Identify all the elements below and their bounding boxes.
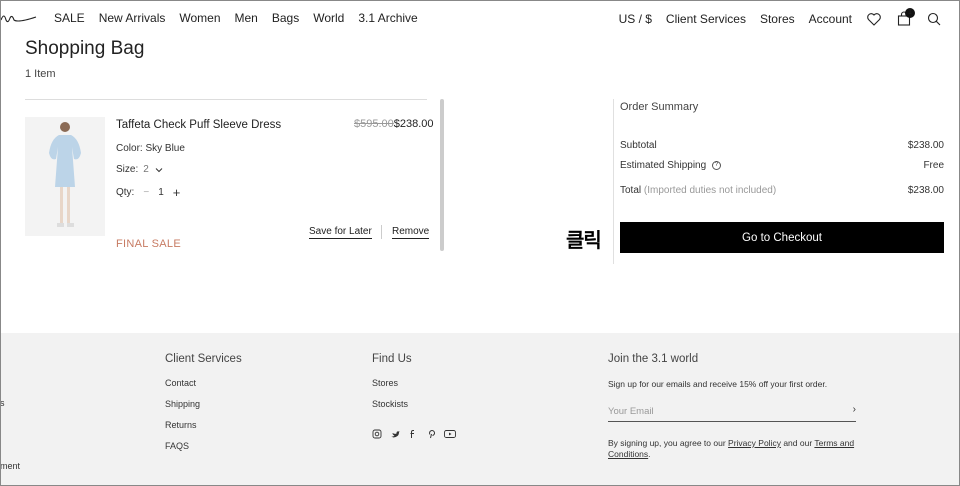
nav-client-services[interactable]: Client Services: [666, 12, 746, 26]
size-value: 2: [143, 164, 149, 175]
total-value: $238.00: [907, 185, 944, 196]
footer-cut-text[interactable]: s: [0, 398, 5, 408]
original-price: $595.00: [354, 118, 394, 130]
bag-count-badge: 1: [905, 8, 915, 18]
total-note: (Imported duties not included): [643, 185, 777, 196]
facebook-icon[interactable]: [408, 429, 418, 439]
newsletter-text: Sign up for our emails and receive 15% o…: [608, 379, 828, 389]
page-title: Shopping Bag: [25, 38, 145, 59]
footer-shipping-link[interactable]: Shipping: [165, 399, 200, 409]
save-for-later-link[interactable]: Save for Later: [309, 226, 372, 239]
divider: [613, 99, 614, 264]
product-image[interactable]: [25, 117, 105, 236]
youtube-icon[interactable]: [444, 429, 456, 439]
nav-archive[interactable]: 3.1 Archive: [358, 11, 417, 25]
product-name[interactable]: Taffeta Check Puff Sleeve Dress: [116, 119, 281, 131]
footer-stockists-link[interactable]: Stockists: [372, 399, 408, 409]
search-icon[interactable]: [926, 11, 942, 27]
subtotal-label: Subtotal: [620, 140, 657, 151]
utility-nav: US / $ Client Services Stores Account 1: [619, 8, 942, 27]
subtotal-row: Subtotal $238.00: [620, 140, 944, 151]
qty-label: Qty:: [116, 187, 135, 198]
bag-scrollbar[interactable]: [440, 99, 444, 251]
newsletter-title: Join the 3.1 world: [608, 353, 699, 365]
qty-value: 1: [158, 187, 164, 198]
nav-women[interactable]: Women: [179, 11, 220, 25]
click-annotation: 클릭: [566, 228, 602, 252]
nav-bags[interactable]: Bags: [272, 11, 299, 25]
quantity-stepper: Qty: − 1 +: [116, 185, 180, 200]
legal-text: By signing up, you agree to our Privacy …: [608, 438, 858, 460]
shipping-label: Estimated Shipping: [620, 160, 707, 171]
info-icon[interactable]: ?: [711, 160, 721, 170]
nav-account[interactable]: Account: [809, 12, 852, 26]
submit-arrow-icon[interactable]: ›: [853, 404, 856, 415]
shipping-value: Free: [923, 160, 944, 171]
email-input[interactable]: [608, 403, 838, 417]
checkout-button[interactable]: Go to Checkout: [620, 222, 944, 253]
dress-illustration: [25, 117, 105, 236]
qty-increment-button[interactable]: +: [173, 185, 181, 200]
legal-text-part: .: [648, 449, 651, 459]
social-links: [372, 429, 456, 439]
size-label: Size:: [116, 164, 139, 175]
pinterest-icon[interactable]: [426, 429, 436, 439]
product-price: $595.00$238.00: [354, 118, 434, 130]
footer-stores-link[interactable]: Stores: [372, 378, 398, 388]
item-count: 1 Item: [25, 68, 56, 80]
sale-price: $238.00: [393, 118, 434, 130]
brand-logo[interactable]: [0, 8, 38, 28]
footer-contact-link[interactable]: Contact: [165, 378, 196, 388]
instagram-icon[interactable]: [372, 429, 382, 439]
footer-cut-text[interactable]: ment: [0, 461, 20, 471]
size-selector[interactable]: Size: 2: [116, 164, 164, 175]
nav-stores[interactable]: Stores: [760, 12, 795, 26]
nav-world[interactable]: World: [313, 11, 344, 25]
product-color: Color: Sky Blue: [116, 143, 185, 154]
footer-returns-link[interactable]: Returns: [165, 420, 197, 430]
total-row: Total (Imported duties not included) $23…: [620, 185, 944, 196]
legal-text-part: and our: [783, 438, 813, 448]
privacy-policy-link[interactable]: Privacy Policy: [728, 438, 781, 448]
footer-faqs-link[interactable]: FAQS: [165, 441, 189, 451]
divider: [25, 99, 427, 100]
divider: [381, 225, 382, 239]
total-label: Total: [620, 185, 642, 196]
heart-icon[interactable]: [866, 11, 882, 27]
nav-currency[interactable]: US / $: [619, 12, 652, 26]
subtotal-value: $238.00: [907, 140, 944, 151]
final-sale-badge: FINAL SALE: [116, 238, 181, 250]
nav-men[interactable]: Men: [235, 11, 258, 25]
top-nav: SALE New Arrivals Women Men Bags World 3…: [0, 0, 960, 36]
footer-find-us-title: Find Us: [372, 353, 412, 365]
bag-button[interactable]: 1: [896, 8, 915, 27]
nav-new-arrivals[interactable]: New Arrivals: [99, 11, 166, 25]
shipping-row: Estimated Shipping ? Free: [620, 160, 944, 171]
newsletter-form: ›: [608, 401, 856, 422]
nav-sale[interactable]: SALE: [54, 11, 85, 25]
primary-nav: SALE New Arrivals Women Men Bags World 3…: [54, 11, 418, 25]
order-summary-title: Order Summary: [620, 101, 699, 113]
twitter-icon[interactable]: [390, 429, 400, 439]
qty-decrement-button[interactable]: −: [143, 187, 149, 198]
legal-text-part: By signing up, you agree to our: [608, 438, 726, 448]
remove-link[interactable]: Remove: [392, 226, 430, 239]
chevron-down-icon: [155, 167, 163, 172]
footer-client-services-title: Client Services: [165, 353, 242, 365]
